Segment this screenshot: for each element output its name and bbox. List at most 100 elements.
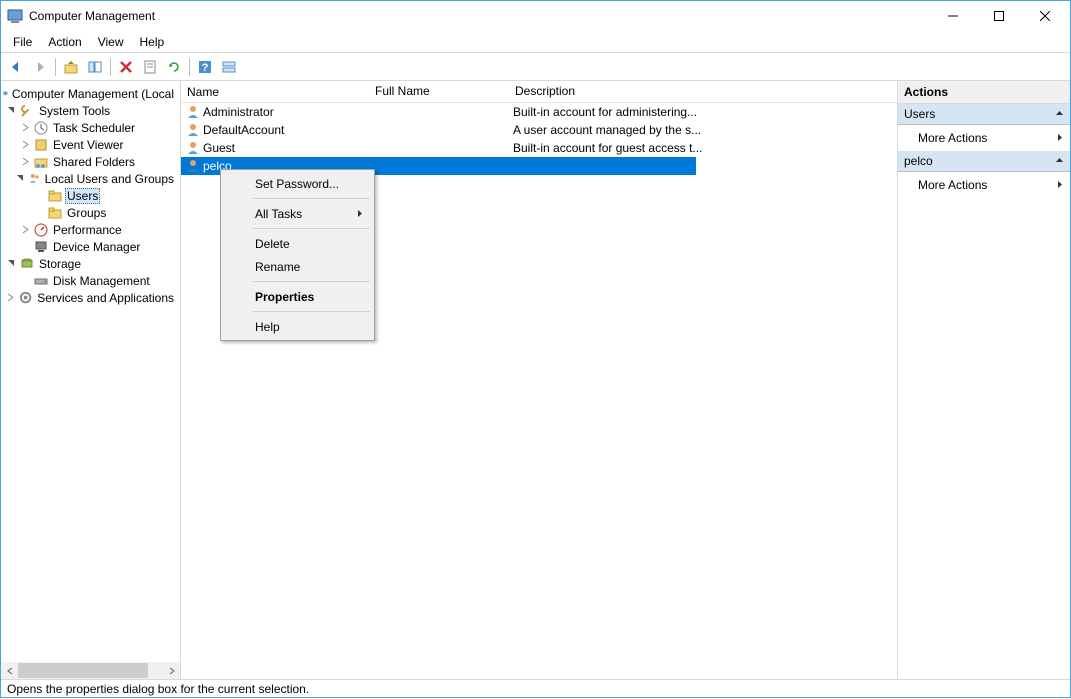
menu-action[interactable]: Action [40,33,89,51]
menu-help[interactable]: Help [132,33,173,51]
scroll-right-icon[interactable] [163,662,180,679]
tile-button[interactable] [218,56,240,78]
show-hide-button[interactable] [84,56,106,78]
properties-button[interactable] [139,56,161,78]
actions-more-2[interactable]: More Actions [898,172,1070,198]
help-button[interactable]: ? [194,56,216,78]
ctx-delete[interactable]: Delete [223,232,372,255]
storage-icon [19,256,35,272]
context-menu: Set Password... All Tasks Delete Rename … [220,169,375,341]
user-desc: Built-in account for guest access t... [509,141,897,155]
actions-pane: Actions Users More Actions pelco More Ac… [898,81,1070,679]
actions-more-1[interactable]: More Actions [898,125,1070,151]
menu-file[interactable]: File [5,33,40,51]
user-icon [185,104,201,120]
collapse-icon [1055,154,1064,168]
ctx-separator [253,281,370,282]
shared-folder-icon [33,154,49,170]
disk-icon [33,273,49,289]
tree-task-scheduler[interactable]: Task Scheduler [1,119,180,136]
computer-icon [3,86,8,102]
minimize-button[interactable] [930,2,976,30]
users-icon [28,171,41,187]
ctx-rename[interactable]: Rename [223,255,372,278]
close-button[interactable] [1022,2,1068,30]
user-name: Administrator [203,105,274,119]
scroll-thumb[interactable] [18,663,148,678]
performance-icon [33,222,49,238]
folder-icon [47,188,63,204]
device-icon [33,239,49,255]
event-icon [33,137,49,153]
tree-storage[interactable]: Storage [1,255,180,272]
menu-view[interactable]: View [90,33,132,51]
chevron-right-icon[interactable] [19,122,31,134]
chevron-down-icon[interactable] [16,173,26,185]
user-desc: Built-in account for administering... [509,105,897,119]
tree-groups[interactable]: Groups [1,204,180,221]
chevron-right-icon[interactable] [19,156,31,168]
chevron-right-icon [357,207,364,221]
column-description[interactable]: Description [509,81,897,102]
tree-users[interactable]: Users [1,187,180,204]
status-text: Opens the properties dialog box for the … [7,682,309,696]
toolbar-separator [55,58,56,76]
tree-label: Device Manager [51,240,142,254]
chevron-right-icon[interactable] [19,224,31,236]
ctx-help[interactable]: Help [223,315,372,338]
back-button[interactable] [5,56,27,78]
ctx-properties[interactable]: Properties [223,285,372,308]
actions-section-pelco[interactable]: pelco [898,151,1070,172]
chevron-right-icon[interactable] [5,292,16,304]
delete-button[interactable] [115,56,137,78]
tree-services-apps[interactable]: Services and Applications [1,289,180,306]
scroll-left-icon[interactable] [1,662,18,679]
link-label: More Actions [918,178,987,192]
chevron-right-icon [1057,131,1064,145]
forward-button[interactable] [29,56,51,78]
chevron-right-icon[interactable] [19,139,31,151]
tree-event-viewer[interactable]: Event Viewer [1,136,180,153]
tree-disk-management[interactable]: Disk Management [1,272,180,289]
up-button[interactable] [60,56,82,78]
ctx-separator [253,228,370,229]
maximize-button[interactable] [976,2,1022,30]
app-icon [7,8,23,24]
tools-icon [19,103,35,119]
tree-label: Event Viewer [51,138,125,152]
tree-label: Performance [51,223,124,237]
chevron-down-icon[interactable] [5,258,17,270]
ctx-all-tasks[interactable]: All Tasks [223,202,372,225]
ctx-label: All Tasks [255,207,302,221]
clock-icon [33,120,49,136]
column-fullname[interactable]: Full Name [369,81,509,102]
tree-label: Local Users and Groups [43,172,176,186]
chevron-right-icon [1057,178,1064,192]
list-row[interactable]: DefaultAccount A user account managed by… [181,121,897,139]
tree: Computer Management (Local System Tools … [1,85,180,306]
chevron-down-icon[interactable] [5,105,17,117]
tree-performance[interactable]: Performance [1,221,180,238]
ctx-set-password[interactable]: Set Password... [223,172,372,195]
tree-label: Computer Management (Local [10,87,176,101]
toolbar-separator [110,58,111,76]
list-row[interactable]: Guest Built-in account for guest access … [181,139,897,157]
toolbar-separator [189,58,190,76]
section-label: Users [904,107,935,121]
body: Computer Management (Local System Tools … [1,81,1070,679]
actions-section-users[interactable]: Users [898,104,1070,125]
user-icon [185,158,201,174]
column-name[interactable]: Name [181,81,369,102]
refresh-button[interactable] [163,56,185,78]
svg-text:?: ? [202,62,209,74]
tree-shared-folders[interactable]: Shared Folders [1,153,180,170]
tree-local-users[interactable]: Local Users and Groups [1,170,180,187]
tree-label: Services and Applications [35,291,176,305]
folder-icon [47,205,63,221]
tree-root[interactable]: Computer Management (Local [1,85,180,102]
tree-system-tools[interactable]: System Tools [1,102,180,119]
tree-device-manager[interactable]: Device Manager [1,238,180,255]
user-icon [185,122,201,138]
scrollbar[interactable] [1,662,180,679]
list-row[interactable]: Administrator Built-in account for admin… [181,103,897,121]
